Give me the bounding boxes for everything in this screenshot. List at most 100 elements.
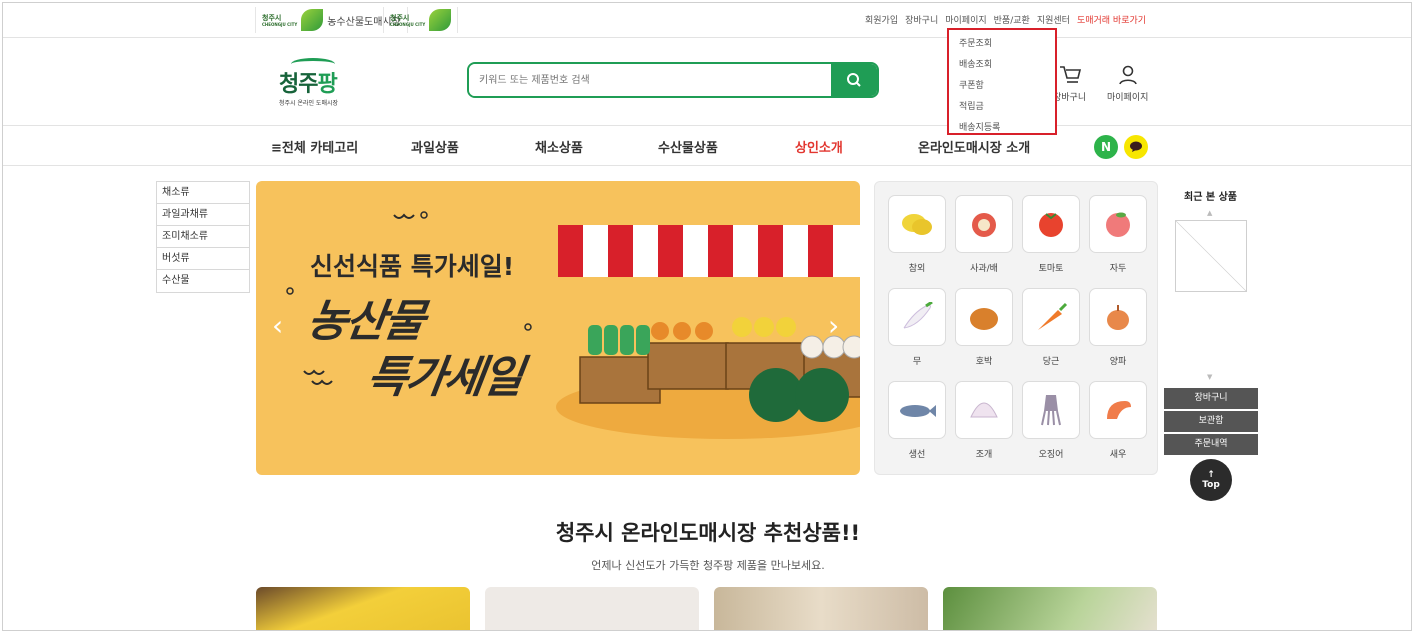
city-name-en: CHEONGJU CITY <box>390 21 426 27</box>
return-exchange-link[interactable]: 반품/교환 <box>994 13 1030 26</box>
category-fruit-vegetables[interactable]: 과일과채류 <box>157 204 249 226</box>
up-arrow-icon: ↑ <box>1207 470 1215 480</box>
produce-label: 조개 <box>975 450 993 460</box>
produce-clam[interactable]: 조개 <box>955 381 1013 460</box>
kakaotalk-icon[interactable] <box>1124 135 1148 159</box>
city-mark: 청주시 CHEONGJU CITY <box>262 14 297 27</box>
product-card-banana[interactable] <box>256 587 470 630</box>
logo-word: 청주팡 <box>279 66 338 98</box>
header-cart-button[interactable]: 장바구니 <box>1053 64 1086 103</box>
produce-plum[interactable]: 자두 <box>1089 195 1147 274</box>
recommend-title: 청주시 온라인도매시장 추천상품!! <box>555 521 861 545</box>
produce-squid[interactable]: 오징어 <box>1022 381 1080 460</box>
category-seasoning-vegetables[interactable]: 조미채소류 <box>157 226 249 248</box>
search-input[interactable] <box>469 64 831 96</box>
clam-icon <box>955 381 1013 439</box>
menu-delivery-tracking[interactable]: 배송조회 <box>959 55 1055 76</box>
banner-headline: 신선식품 특가세일! <box>310 252 515 281</box>
recent-item-placeholder[interactable] <box>1175 220 1247 292</box>
city-name: 청주시 <box>262 13 282 22</box>
main-nav: ≡전체 카테고리 과일상품 채소상품 수산물상품 상인소개 온라인도매시장 소개… <box>3 126 1411 166</box>
city-mark: 청주시 CHEONGJU CITY <box>390 14 425 27</box>
recent-up-arrow-icon[interactable]: ▲ <box>1207 209 1212 217</box>
scroll-top-button[interactable]: ↑ Top <box>1190 459 1232 501</box>
recommend-subtitle: 언제나 신선도가 가득한 청주팡 제품을 만나보세요. <box>591 559 825 572</box>
menu-address-register[interactable]: 배송지등록 <box>959 118 1055 139</box>
korean-melon-icon <box>888 195 946 253</box>
top-label: Top <box>1202 480 1220 490</box>
chat-bubble-icon <box>1130 141 1142 152</box>
side-order-history-button[interactable]: 주문내역 <box>1164 434 1258 455</box>
promo-banner[interactable]: 신선식품 특가세일! 농산물 특가세일 ‹ › <box>256 181 860 475</box>
onion-icon <box>1089 288 1147 346</box>
produce-radish[interactable]: 무 <box>888 288 946 367</box>
produce-label: 당근 <box>1042 357 1060 367</box>
squid-icon <box>1022 381 1080 439</box>
banner-big-line2: 특가세일 <box>363 352 525 403</box>
cart-link[interactable]: 장바구니 <box>905 13 938 26</box>
produce-category-grid: 참외 사과/배 토마토 자두 무 호박 당근 양파 생선 조개 오징어 새우 <box>874 181 1158 475</box>
nav-merchant-intro[interactable]: 상인소개 <box>795 137 843 156</box>
mypage-dropdown-menu: 주문조회 배송조회 쿠폰함 적립금 배송지등록 <box>947 28 1057 135</box>
mypage-link[interactable]: 마이페이지 <box>945 13 986 26</box>
nav-vegetable-products[interactable]: 채소상품 <box>535 137 583 156</box>
shrimp-icon <box>1089 381 1147 439</box>
logo-word-a: 청주 <box>279 72 318 97</box>
product-card-2[interactable] <box>485 587 699 630</box>
pumpkin-icon <box>955 288 1013 346</box>
produce-korean-melon[interactable]: 참외 <box>888 195 946 274</box>
left-category-list: 채소류 과일과채류 조미채소류 버섯류 수산물 <box>156 181 250 293</box>
wholesale-shortcut-link[interactable]: 도매거래 바로가기 <box>1077 13 1146 26</box>
produce-apple-pear[interactable]: 사과/배 <box>955 195 1013 274</box>
user-icon <box>1118 65 1137 85</box>
main-header: 청주팡 청주시 온라인 도매시장 장바구니 마이페이지 <box>3 38 1411 126</box>
produce-onion[interactable]: 양파 <box>1089 288 1147 367</box>
produce-fish[interactable]: 생선 <box>888 381 946 460</box>
banner-prev-arrow[interactable]: ‹ <box>272 309 283 342</box>
product-card-spinach[interactable] <box>943 587 1157 630</box>
produce-label: 토마토 <box>1038 264 1064 274</box>
top-links: 회원가입 장바구니 마이페이지 반품/교환 지원센터 도매거래 바로가기 <box>865 13 1146 26</box>
banner-next-arrow[interactable]: › <box>828 309 839 342</box>
nav-market-intro[interactable]: 온라인도매시장 소개 <box>918 137 1030 156</box>
menu-coupons[interactable]: 쿠폰함 <box>959 76 1055 97</box>
recent-viewed-title: 최근 본 상품 <box>1184 192 1237 203</box>
leaf-logo-icon <box>429 9 452 31</box>
side-storage-button[interactable]: 보관함 <box>1164 411 1258 432</box>
produce-pumpkin[interactable]: 호박 <box>955 288 1013 367</box>
category-seafood[interactable]: 수산물 <box>157 270 249 292</box>
support-center-link[interactable]: 지원센터 <box>1037 13 1070 26</box>
cheongju-city-logo[interactable]: 청주시 CHEONGJU CITY <box>383 7 459 33</box>
produce-shrimp[interactable]: 새우 <box>1089 381 1147 460</box>
produce-label: 오징어 <box>1038 450 1064 460</box>
cart-label: 장바구니 <box>1053 93 1087 103</box>
produce-tomato[interactable]: 토마토 <box>1022 195 1080 274</box>
mypage-label: 마이페이지 <box>1107 93 1149 103</box>
produce-label: 생선 <box>908 450 926 460</box>
logo-subtitle: 청주시 온라인 도매시장 <box>279 100 339 107</box>
logo-word-b: 팡 <box>317 72 337 97</box>
produce-carrot[interactable]: 당근 <box>1022 288 1080 367</box>
page-frame: 청주시 CHEONGJU CITY 농수산물도매시장 청주시 CHEONGJU … <box>2 2 1412 631</box>
naver-letter: N <box>1100 140 1112 154</box>
product-card-lotus-root[interactable] <box>714 587 928 630</box>
recent-down-arrow-icon[interactable]: ▼ <box>1207 373 1212 381</box>
nav-all-categories[interactable]: ≡전체 카테고리 <box>271 137 358 156</box>
category-vegetables[interactable]: 채소류 <box>157 182 249 204</box>
nav-fruit-products[interactable]: 과일상품 <box>411 137 459 156</box>
nav-seafood-products[interactable]: 수산물상품 <box>658 137 718 156</box>
plum-icon <box>1089 195 1147 253</box>
header-mypage-button[interactable]: 마이페이지 <box>1107 64 1148 103</box>
signup-link[interactable]: 회원가입 <box>865 13 898 26</box>
naver-icon[interactable]: N <box>1094 135 1118 159</box>
search-bar <box>467 62 879 98</box>
side-cart-button[interactable]: 장바구니 <box>1164 388 1258 409</box>
menu-order-lookup[interactable]: 주문조회 <box>959 34 1055 55</box>
radish-icon <box>888 288 946 346</box>
cheongjupang-logo[interactable]: 청주팡 청주시 온라인 도매시장 <box>277 58 357 110</box>
cart-icon <box>1059 66 1081 83</box>
search-button[interactable] <box>831 64 877 96</box>
menu-points[interactable]: 적립금 <box>959 97 1055 118</box>
category-mushrooms[interactable]: 버섯류 <box>157 248 249 270</box>
banner-big-line1: 농산물 <box>303 296 427 347</box>
